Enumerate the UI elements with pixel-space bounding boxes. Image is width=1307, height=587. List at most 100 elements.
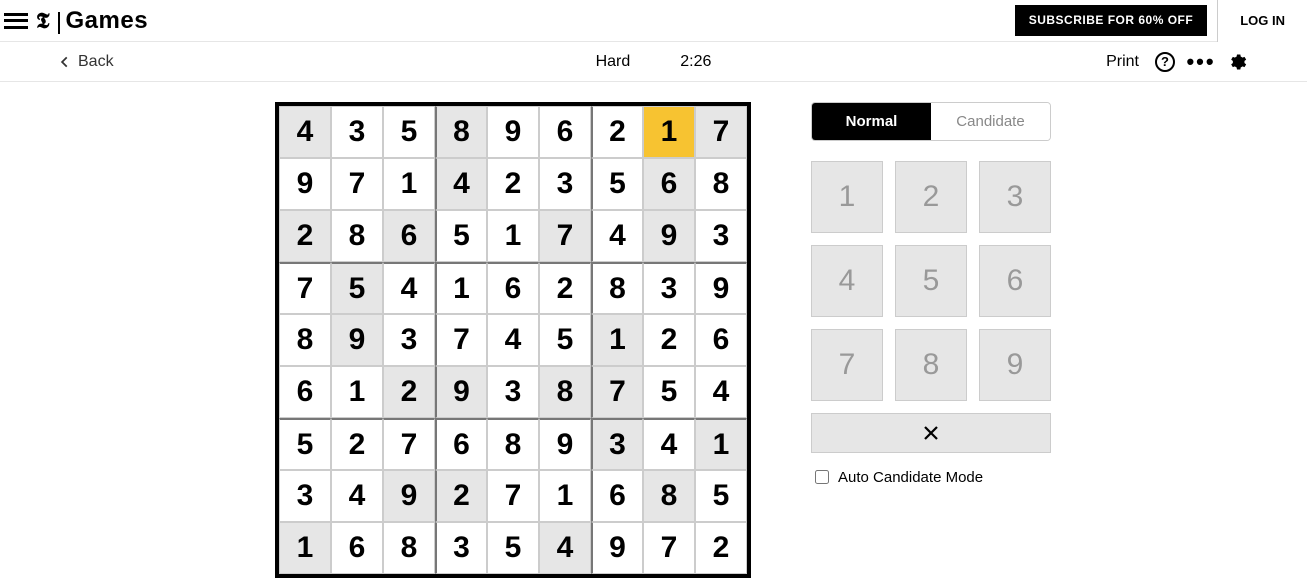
numpad-9[interactable]: 9 [979,329,1051,401]
cell-r4-c6[interactable]: 1 [591,314,643,366]
cell-r2-c7[interactable]: 9 [643,210,695,262]
mode-candidate-button[interactable]: Candidate [931,103,1050,140]
cell-r4-c0[interactable]: 8 [279,314,331,366]
cell-r7-c8[interactable]: 5 [695,470,747,522]
help-icon[interactable]: ? [1155,52,1175,72]
cell-r4-c1[interactable]: 9 [331,314,383,366]
cell-r3-c3[interactable]: 1 [435,262,487,314]
cell-r7-c0[interactable]: 3 [279,470,331,522]
numpad-8[interactable]: 8 [895,329,967,401]
games-logo-text[interactable]: Games [66,7,149,35]
cell-r6-c8[interactable]: 1 [695,418,747,470]
cell-r7-c7[interactable]: 8 [643,470,695,522]
cell-r1-c1[interactable]: 7 [331,158,383,210]
cell-r0-c6[interactable]: 2 [591,106,643,158]
cell-r3-c2[interactable]: 4 [383,262,435,314]
cell-r6-c0[interactable]: 5 [279,418,331,470]
cell-r1-c8[interactable]: 8 [695,158,747,210]
cell-r0-c4[interactable]: 9 [487,106,539,158]
cell-r0-c3[interactable]: 8 [435,106,487,158]
cell-r3-c8[interactable]: 9 [695,262,747,314]
cell-r0-c2[interactable]: 5 [383,106,435,158]
cell-r8-c0[interactable]: 1 [279,522,331,574]
timer-display[interactable]: 2:26 [680,53,711,71]
cell-r2-c4[interactable]: 1 [487,210,539,262]
cell-r5-c1[interactable]: 1 [331,366,383,418]
cell-r0-c5[interactable]: 6 [539,106,591,158]
cell-r8-c5[interactable]: 4 [539,522,591,574]
cell-r0-c7[interactable]: 1 [643,106,695,158]
cell-r5-c2[interactable]: 2 [383,366,435,418]
auto-candidate-checkbox[interactable] [815,470,829,484]
cell-r6-c7[interactable]: 4 [643,418,695,470]
cell-r8-c8[interactable]: 2 [695,522,747,574]
clear-button[interactable] [811,413,1051,453]
auto-candidate-toggle[interactable]: Auto Candidate Mode [811,467,1051,487]
cell-r1-c2[interactable]: 1 [383,158,435,210]
cell-r5-c5[interactable]: 8 [539,366,591,418]
cell-r1-c3[interactable]: 4 [435,158,487,210]
cell-r3-c4[interactable]: 6 [487,262,539,314]
cell-r6-c3[interactable]: 6 [435,418,487,470]
cell-r4-c7[interactable]: 2 [643,314,695,366]
cell-r5-c4[interactable]: 3 [487,366,539,418]
difficulty-label[interactable]: Hard [596,53,631,71]
cell-r2-c8[interactable]: 3 [695,210,747,262]
cell-r8-c4[interactable]: 5 [487,522,539,574]
cell-r2-c2[interactable]: 6 [383,210,435,262]
cell-r8-c2[interactable]: 8 [383,522,435,574]
cell-r1-c7[interactable]: 6 [643,158,695,210]
cell-r2-c5[interactable]: 7 [539,210,591,262]
cell-r8-c1[interactable]: 6 [331,522,383,574]
cell-r8-c6[interactable]: 9 [591,522,643,574]
cell-r0-c8[interactable]: 7 [695,106,747,158]
cell-r3-c0[interactable]: 7 [279,262,331,314]
cell-r2-c6[interactable]: 4 [591,210,643,262]
cell-r7-c4[interactable]: 7 [487,470,539,522]
cell-r4-c4[interactable]: 4 [487,314,539,366]
cell-r6-c4[interactable]: 8 [487,418,539,470]
numpad-1[interactable]: 1 [811,161,883,233]
numpad-5[interactable]: 5 [895,245,967,317]
numpad-4[interactable]: 4 [811,245,883,317]
cell-r1-c6[interactable]: 5 [591,158,643,210]
cell-r6-c2[interactable]: 7 [383,418,435,470]
mode-normal-button[interactable]: Normal [812,103,931,140]
cell-r7-c6[interactable]: 6 [591,470,643,522]
cell-r2-c0[interactable]: 2 [279,210,331,262]
gear-icon[interactable] [1227,52,1247,72]
cell-r4-c5[interactable]: 5 [539,314,591,366]
cell-r3-c1[interactable]: 5 [331,262,383,314]
numpad-7[interactable]: 7 [811,329,883,401]
cell-r1-c4[interactable]: 2 [487,158,539,210]
cell-r5-c0[interactable]: 6 [279,366,331,418]
more-icon[interactable]: ••• [1191,52,1211,72]
cell-r1-c0[interactable]: 9 [279,158,331,210]
cell-r7-c1[interactable]: 4 [331,470,383,522]
cell-r3-c5[interactable]: 2 [539,262,591,314]
cell-r4-c3[interactable]: 7 [435,314,487,366]
login-button[interactable]: LOG IN [1217,0,1307,42]
cell-r4-c2[interactable]: 3 [383,314,435,366]
cell-r0-c1[interactable]: 3 [331,106,383,158]
cell-r7-c5[interactable]: 1 [539,470,591,522]
cell-r8-c3[interactable]: 3 [435,522,487,574]
numpad-6[interactable]: 6 [979,245,1051,317]
cell-r2-c1[interactable]: 8 [331,210,383,262]
back-button[interactable]: Back [58,53,114,71]
cell-r1-c5[interactable]: 3 [539,158,591,210]
cell-r8-c7[interactable]: 7 [643,522,695,574]
numpad-2[interactable]: 2 [895,161,967,233]
cell-r3-c7[interactable]: 3 [643,262,695,314]
cell-r6-c5[interactable]: 9 [539,418,591,470]
cell-r6-c6[interactable]: 3 [591,418,643,470]
cell-r5-c6[interactable]: 7 [591,366,643,418]
menu-icon[interactable] [4,9,28,33]
subscribe-button[interactable]: SUBSCRIBE FOR 60% OFF [1015,5,1208,36]
cell-r0-c0[interactable]: 4 [279,106,331,158]
cell-r7-c2[interactable]: 9 [383,470,435,522]
cell-r5-c7[interactable]: 5 [643,366,695,418]
cell-r2-c3[interactable]: 5 [435,210,487,262]
numpad-3[interactable]: 3 [979,161,1051,233]
cell-r6-c1[interactable]: 2 [331,418,383,470]
